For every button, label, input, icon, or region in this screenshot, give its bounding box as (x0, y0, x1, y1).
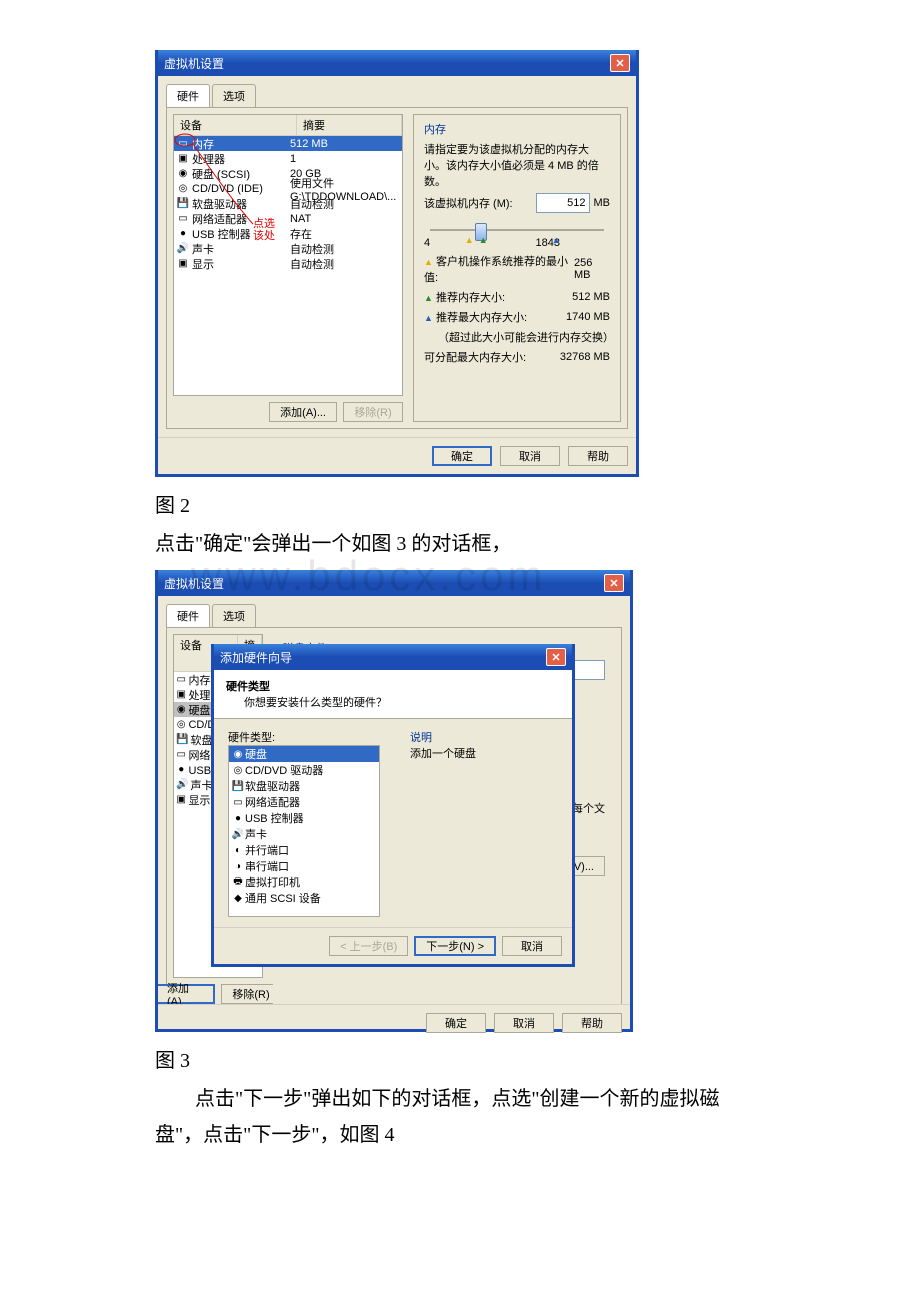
wizard-list-label: 硬件类型: (228, 729, 380, 745)
next-button[interactable]: 下一步(N) > (414, 936, 496, 956)
slider-min: 4 (424, 237, 430, 249)
wizard-desc-label: 说明 (410, 729, 476, 745)
list-item[interactable]: ▣处理器1 (174, 151, 402, 166)
wizard-header: 硬件类型 你想要安装什么类型的硬件？ (214, 670, 572, 719)
hardware-type-list[interactable]: ◉硬盘 ◎CD/DVD 驱动器 💾软盘驱动器 ▭网络适配器 ●USB 控制器 🔊… (228, 745, 380, 917)
list-item[interactable]: ▭内存512 MB (174, 136, 402, 151)
tab-options[interactable]: 选项 (212, 84, 256, 108)
wizard-title: 添加硬件向导 (220, 649, 292, 666)
tab-hardware[interactable]: 硬件 (166, 84, 210, 108)
list-item[interactable]: ◐并行端口 (229, 842, 379, 858)
remove-button: 移除(R) (343, 402, 403, 422)
titlebar: 虚拟机设置 ✕ (158, 570, 630, 596)
cancel-button[interactable]: 取消 (500, 446, 560, 466)
memory-slider[interactable]: ▲ ▲ ▲ (430, 229, 604, 231)
list-item[interactable]: ▣显示自动检测 (174, 256, 402, 271)
help-button[interactable]: 帮助 (568, 446, 628, 466)
list-item[interactable]: ◉硬盘 (229, 746, 379, 762)
titlebar: 添加硬件向导 ✕ (214, 644, 572, 670)
titlebar: 虚拟机设置 ✕ (158, 50, 636, 76)
memory-section-title: 内存 (424, 121, 610, 137)
list-item[interactable]: 💾软盘驱动器 (229, 778, 379, 794)
annotation-text: 点选该处 (253, 218, 275, 242)
ok-button[interactable]: 确定 (432, 446, 492, 466)
add-button[interactable]: 添加(A)... (269, 402, 337, 422)
list-item[interactable]: ▭网络适配器 (229, 794, 379, 810)
cancel-button[interactable]: 取消 (502, 936, 562, 956)
add-hardware-wizard: 添加硬件向导 ✕ 硬件类型 你想要安装什么类型的硬件？ 硬件类型: ◉硬盘 ◎C… (211, 644, 575, 967)
list-item[interactable]: ▭网络适配器NAT (174, 211, 402, 226)
list-item[interactable]: ●USB 控制器 (229, 810, 379, 826)
list-item[interactable]: ◎CD/DVD (IDE)使用文件 G:\TDDOWNLOAD\... (174, 181, 402, 196)
memory-panel: 内存 请指定要为该虚拟机分配的内存大小。该内存大小值必须是 4 MB 的倍数。 … (413, 114, 621, 422)
close-icon[interactable]: ✕ (604, 574, 624, 592)
list-item[interactable]: 💾软盘驱动器自动检测 (174, 196, 402, 211)
add-button[interactable]: 添加(A)... (158, 984, 215, 1004)
list-item[interactable]: ●USB 控制器存在 (174, 226, 402, 241)
list-item[interactable]: ◑串行端口 (229, 858, 379, 874)
memory-unit: MB (594, 197, 611, 209)
close-icon[interactable]: ✕ (546, 648, 566, 666)
window-title: 虚拟机设置 (164, 55, 224, 72)
list-item[interactable]: 🖶虚拟打印机 (229, 874, 379, 890)
caption-fig2: 图 2 (155, 489, 765, 518)
memory-input[interactable]: 512 (536, 193, 590, 213)
wizard-desc-text: 添加一个硬盘 (410, 745, 476, 761)
window-title: 虚拟机设置 (164, 575, 224, 592)
help-button[interactable]: 帮助 (562, 1013, 622, 1033)
swap-note: （超过此大小可能会进行内存交换） (438, 329, 610, 345)
col-device: 设备 (174, 115, 297, 135)
wizard-h2: 你想要安装什么类型的硬件？ (244, 697, 387, 709)
cancel-button[interactable]: 取消 (494, 1013, 554, 1033)
paragraph-1: 点击"确定"会弹出一个如图 3 的对话框， (155, 526, 765, 562)
tab-options[interactable]: 选项 (212, 604, 256, 628)
wizard-h1: 硬件类型 (226, 681, 270, 693)
tab-hardware[interactable]: 硬件 (166, 604, 210, 628)
col-summary: 摘要 (297, 115, 402, 135)
remove-button[interactable]: 移除(R) (221, 984, 281, 1004)
memory-label: 该虚拟机内存 (M): (424, 195, 513, 211)
ok-button[interactable]: 确定 (426, 1013, 486, 1033)
list-item[interactable]: ◎CD/DVD 驱动器 (229, 762, 379, 778)
vm-settings-window: 虚拟机设置 ✕ 硬件 选项 设备 摘要 ▭内存512 MB (155, 50, 639, 477)
close-icon[interactable]: ✕ (610, 54, 630, 72)
list-item[interactable]: 🔊声卡自动检测 (174, 241, 402, 256)
caption-fig3: 图 3 (155, 1044, 765, 1073)
back-button: < 上一步(B) (329, 936, 408, 956)
memory-desc: 请指定要为该虚拟机分配的内存大小。该内存大小值必须是 4 MB 的倍数。 (424, 141, 610, 189)
device-list[interactable]: 设备 摘要 ▭内存512 MB ▣处理器1 ◉硬盘 (SCSI)20 GB ◎C… (173, 114, 403, 396)
paragraph-2: 点击"下一步"弹出如下的对话框，点选"创建一个新的虚拟磁盘"，点击"下一步"，如… (155, 1081, 765, 1153)
list-item[interactable]: ◆通用 SCSI 设备 (229, 890, 379, 906)
list-item[interactable]: 🔊声卡 (229, 826, 379, 842)
